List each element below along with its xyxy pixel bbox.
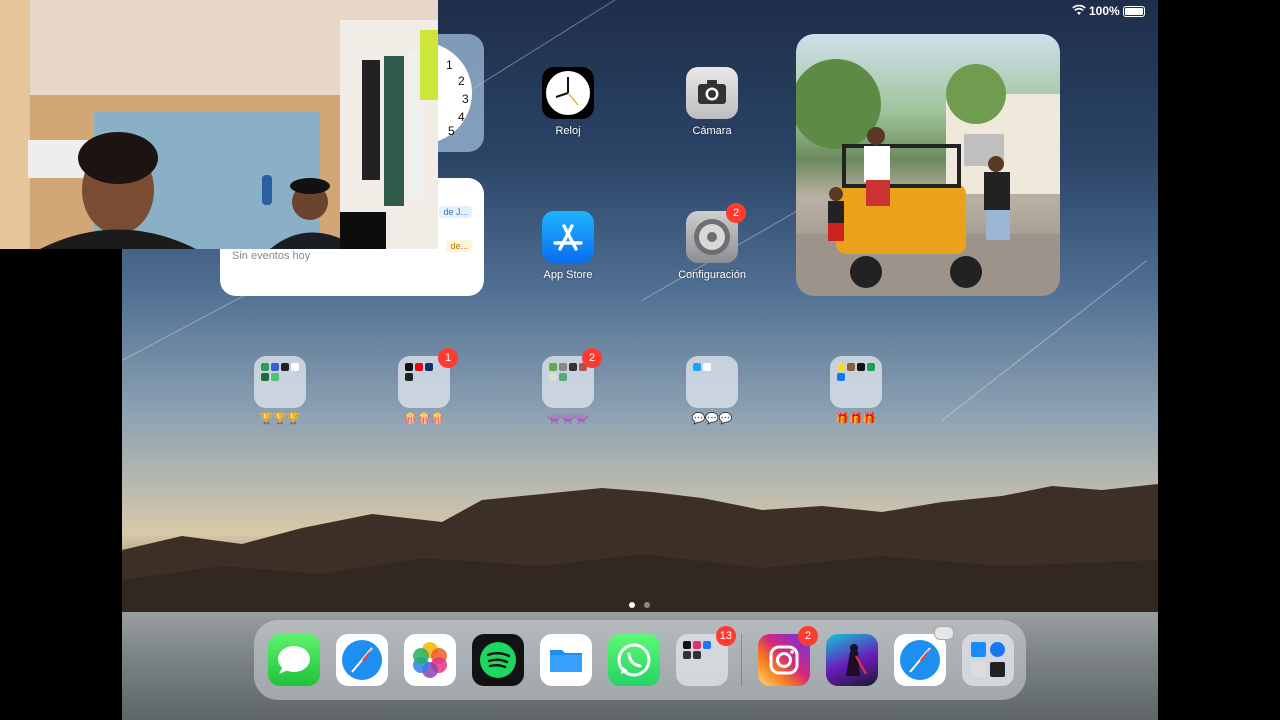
app-camera[interactable]: Cámara — [667, 67, 757, 137]
wifi-icon — [1072, 4, 1086, 15]
mini-app-icon — [559, 373, 567, 381]
folder-3[interactable]: 2 👾👾👾 — [523, 348, 613, 425]
app-label: Reloj — [555, 125, 581, 137]
gear-icon: 2 — [686, 203, 746, 263]
dock: 13 2 — [254, 620, 1026, 700]
folder-label: 👾👾👾 — [547, 413, 589, 425]
camera-icon — [686, 67, 738, 119]
mini-app-icon — [990, 662, 1005, 677]
folder-1[interactable]: 🏆🏆🏆 — [235, 356, 325, 425]
webcam-overlay — [0, 0, 438, 249]
mini-app-icon — [857, 363, 865, 371]
mini-app-icon — [837, 363, 845, 371]
clock-number-3: 3 — [462, 92, 469, 106]
mini-app-icon — [971, 662, 986, 677]
messages-icon[interactable] — [268, 634, 320, 686]
app-label: Cámara — [692, 125, 732, 137]
dock-divider — [741, 634, 742, 686]
mini-app-icon — [425, 363, 433, 371]
app-app-store[interactable]: App Store — [523, 211, 613, 281]
folder-5[interactable]: 🎁🎁🎁 — [811, 356, 901, 425]
dock-folder-icon[interactable]: 13 — [676, 626, 736, 686]
folder-label: 💬💬💬 — [691, 413, 733, 425]
folder-icon: 1 — [398, 348, 458, 408]
clock-number-1: 1 — [446, 58, 453, 72]
notification-badge: 1 — [438, 348, 458, 368]
keyboard-indicator-icon — [934, 626, 954, 640]
app-clock[interactable]: Reloj — [523, 67, 613, 137]
folder-label: 🎁🎁🎁 — [835, 413, 877, 425]
folder-label: 🍿🍿🍿 — [403, 413, 445, 425]
mini-app-icon — [271, 373, 279, 381]
battery-percent: 100% — [1089, 4, 1120, 18]
spotify-icon[interactable] — [472, 634, 524, 686]
game-app-icon[interactable] — [826, 634, 878, 686]
mountain-range — [122, 484, 1158, 630]
mini-app-icon — [693, 641, 701, 649]
clock-number-2: 2 — [458, 74, 465, 88]
folder-4[interactable]: 💬💬💬 — [667, 356, 757, 425]
photo-image — [796, 59, 1060, 296]
mini-app-icon — [261, 373, 269, 381]
mini-app-icon — [703, 641, 711, 649]
mini-app-icon — [549, 373, 557, 381]
clock-icon — [542, 67, 594, 119]
mini-app-icon — [837, 373, 845, 381]
mini-app-icon — [683, 651, 691, 659]
folder-icon — [254, 356, 306, 408]
mini-app-icon — [291, 363, 299, 371]
notification-badge: 13 — [715, 626, 736, 646]
app-label: App Store — [543, 269, 593, 281]
notification-badge: 2 — [582, 348, 602, 368]
calendar-event: de J... — [439, 206, 472, 218]
mini-app-icon — [990, 642, 1005, 657]
folder-icon — [830, 356, 882, 408]
whatsapp-icon[interactable] — [608, 634, 660, 686]
mini-app-icon — [683, 641, 691, 649]
clock-number-4: 4 — [458, 110, 465, 124]
app-settings[interactable]: 2 Configuración — [667, 203, 757, 281]
page-indicator[interactable] — [644, 602, 650, 608]
calendar-event: de... — [446, 240, 472, 252]
mini-app-icon — [569, 363, 577, 371]
mini-app-icon — [405, 363, 413, 371]
calendar-empty-text: Sin eventos hoy — [232, 250, 311, 262]
mini-app-icon — [261, 363, 269, 371]
app-library-icon[interactable] — [962, 634, 1014, 686]
mini-app-icon — [693, 651, 701, 659]
folder-label: 🏆🏆🏆 — [259, 413, 301, 425]
folder-icon — [686, 356, 738, 408]
webcam-video-frame — [0, 0, 438, 249]
mini-app-icon — [703, 363, 711, 371]
notification-badge: 2 — [798, 626, 818, 646]
mini-app-icon — [271, 363, 279, 371]
photos-icon[interactable] — [404, 634, 456, 686]
instagram-icon[interactable]: 2 — [758, 626, 818, 686]
files-icon[interactable] — [540, 634, 592, 686]
mini-app-icon — [847, 363, 855, 371]
mini-app-icon — [693, 363, 701, 371]
mini-app-icon — [867, 363, 875, 371]
photos-widget[interactable] — [796, 34, 1060, 296]
app-label: Configuración — [678, 269, 746, 281]
notification-badge: 2 — [726, 203, 746, 223]
safari-icon[interactable] — [336, 634, 388, 686]
mini-app-icon — [559, 363, 567, 371]
page-indicator-active[interactable] — [629, 602, 635, 608]
mini-app-icon — [549, 363, 557, 371]
battery-icon — [1123, 6, 1145, 17]
mini-app-icon — [405, 373, 413, 381]
mini-app-icon — [281, 363, 289, 371]
clock-number-5: 5 — [448, 124, 455, 138]
folder-icon: 2 — [542, 348, 602, 408]
mini-app-icon — [415, 363, 423, 371]
safari-icon[interactable] — [894, 626, 954, 686]
folder-2[interactable]: 1 🍿🍿🍿 — [379, 348, 469, 425]
app-store-icon — [542, 211, 594, 263]
mini-app-icon — [971, 642, 986, 657]
